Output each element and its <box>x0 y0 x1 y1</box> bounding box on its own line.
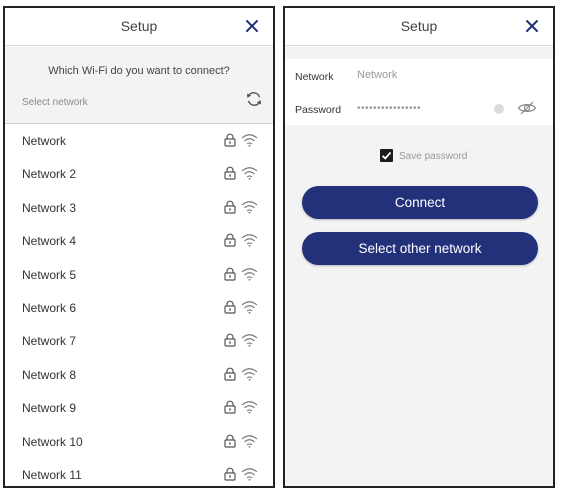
network-list-item[interactable]: Network 4 <box>5 224 273 257</box>
network-name: Network <box>22 134 67 148</box>
close-button[interactable] <box>241 15 263 37</box>
prompt-area <box>5 47 273 123</box>
network-name: Network 3 <box>22 200 77 215</box>
wifi-question: Which Wi-Fi do you want to connect? <box>48 65 230 77</box>
lock-icon <box>224 367 236 381</box>
toggle-visibility-button[interactable] <box>517 100 537 116</box>
refresh-button[interactable] <box>245 90 263 108</box>
lock-icon <box>224 333 236 347</box>
wifi-icon <box>241 200 258 214</box>
select-network-label: Select network <box>22 97 88 108</box>
password-label: Password <box>295 104 342 116</box>
network-list-item[interactable]: Network 6 <box>5 291 273 324</box>
lock-icon <box>224 200 236 214</box>
network-list: Network Network 2 Network 3 Network 4 Networ… <box>5 123 273 486</box>
network-name: Network 4 <box>22 234 77 249</box>
network-list-item[interactable]: Network 9 <box>5 391 273 424</box>
page-title: Setup <box>120 18 158 34</box>
refresh-icon <box>247 92 261 106</box>
close-icon <box>246 20 258 32</box>
header: Setup <box>285 8 553 46</box>
network-name: Network 11 <box>22 467 82 482</box>
network-list-item[interactable]: Network 5 <box>5 258 273 291</box>
network-name: Network 8 <box>22 367 77 382</box>
network-list-item[interactable]: Network <box>5 124 273 157</box>
lock-icon <box>224 434 236 448</box>
wifi-icon <box>241 467 258 481</box>
connect-button[interactable]: Connect <box>302 186 538 219</box>
network-name: Network 9 <box>22 401 77 416</box>
clear-icon[interactable] <box>494 104 504 114</box>
select-other-network-button[interactable]: Select other network <box>302 232 538 265</box>
network-list-item[interactable]: Network 7 <box>5 324 273 357</box>
network-list-item[interactable]: Network 2 <box>5 157 273 190</box>
wifi-icon <box>241 300 258 314</box>
password-input[interactable]: •••••••••••••••• <box>357 103 421 114</box>
header: Setup <box>5 8 273 46</box>
eye-slash-icon <box>517 101 537 115</box>
wifi-icon <box>241 434 258 448</box>
checkbox-checked-icon <box>380 149 393 162</box>
wifi-icon <box>241 133 258 147</box>
network-selection-screen: Setup Which Wi-Fi do you want to connect… <box>3 6 275 488</box>
network-list-item[interactable]: Network 8 <box>5 358 273 391</box>
network-name: Network 5 <box>22 267 77 282</box>
network-list-item[interactable]: Network 11 <box>5 458 273 486</box>
lock-icon <box>224 133 236 147</box>
network-connect-screen: Setup Network Password •••••••••••••••• <box>283 6 555 488</box>
network-name: Network 10 <box>22 434 83 449</box>
lock-icon <box>224 166 236 180</box>
wifi-icon <box>241 400 258 414</box>
page-title: Setup <box>400 18 438 34</box>
lock-icon <box>224 300 236 314</box>
network-list-item[interactable]: Network 3 <box>5 191 273 224</box>
wifi-icon <box>241 166 258 181</box>
network-name: Network 2 <box>22 167 77 182</box>
password-row: Password •••••••••••••••• <box>285 92 553 125</box>
lock-icon <box>224 400 236 414</box>
network-input[interactable] <box>357 65 487 85</box>
lock-icon <box>224 267 236 281</box>
lock-icon <box>224 233 236 247</box>
network-row: Network <box>285 59 553 92</box>
network-list-item[interactable]: Network 10 <box>5 425 273 458</box>
wifi-icon <box>241 233 258 247</box>
wifi-icon <box>241 333 258 348</box>
network-name: Network 7 <box>22 334 77 349</box>
close-button[interactable] <box>521 15 543 37</box>
save-password-label: Save password <box>399 151 468 162</box>
network-name: Network 6 <box>22 300 77 315</box>
wifi-icon <box>241 367 258 381</box>
close-icon <box>526 20 538 32</box>
lock-icon <box>224 467 236 481</box>
wifi-icon <box>241 267 258 281</box>
credentials-form: Network Password •••••••••••••••• <box>285 59 553 125</box>
network-label: Network <box>295 71 334 83</box>
